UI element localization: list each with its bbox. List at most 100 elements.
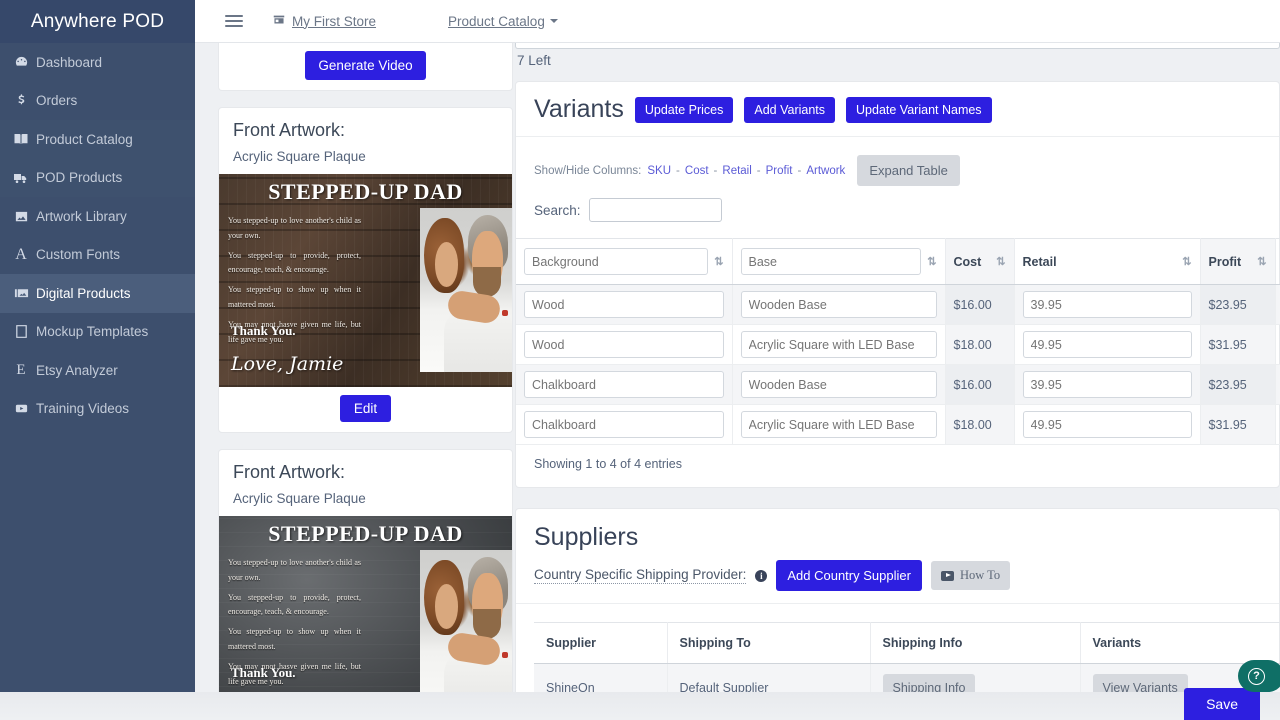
question-mark-icon: ? <box>1248 667 1265 685</box>
column-header-profit[interactable]: Profit ⇅ <box>1200 238 1276 285</box>
artwork-card: Front Artwork: Acrylic Square Plaque STE… <box>218 449 513 692</box>
sidebar-item-training-videos[interactable]: Training Videos <box>0 390 195 429</box>
filter-base-input[interactable] <box>740 248 922 275</box>
sidebar-item-product-catalog[interactable]: Product Catalog <box>0 120 195 159</box>
cell-delete: Delete <box>1275 324 1280 365</box>
sort-icon[interactable]: ⇅ <box>714 255 723 268</box>
artwork-thanks: Thank You. <box>231 323 296 338</box>
column-header-label: Cost <box>953 254 982 269</box>
variant-background-input[interactable] <box>524 411 724 438</box>
filter-background-input[interactable] <box>524 248 709 275</box>
toggle-column-profit[interactable]: Profit <box>766 165 793 177</box>
suppliers-title: Suppliers <box>534 523 639 551</box>
sidebar-item-pod-products[interactable]: POD Products <box>0 158 195 197</box>
catalog-dropdown[interactable]: Product Catalog <box>448 14 558 29</box>
toggle-column-cost[interactable]: Cost <box>685 165 709 177</box>
artwork-thanks: Thank You. <box>231 665 296 680</box>
sidebar-item-mockup-templates[interactable]: Mockup Templates <box>0 313 195 352</box>
info-icon[interactable]: i <box>755 569 768 582</box>
sidebar-item-artwork-library[interactable]: Artwork Library <box>0 197 195 236</box>
sidebar-item-label: Training Videos <box>36 401 130 417</box>
sort-icon[interactable]: ⇅ <box>927 255 936 268</box>
truck-icon <box>6 170 36 186</box>
cell-supplier: ShineOn <box>534 663 668 692</box>
cell-retail <box>1014 324 1201 365</box>
column-header-shipping-to: Shipping To <box>667 622 871 664</box>
variant-base-input[interactable] <box>740 411 937 438</box>
hamburger-icon[interactable] <box>225 15 243 27</box>
variant-background-input[interactable] <box>524 371 724 398</box>
artwork-column: Generate Video Front Artwork: Acrylic Sq… <box>218 43 513 692</box>
sidebar-item-custom-fonts[interactable]: A Custom Fonts <box>0 236 195 275</box>
help-widget[interactable]: ? <box>1238 660 1280 692</box>
sort-icon[interactable]: ⇅ <box>1182 255 1191 268</box>
variants-title: Variants <box>534 95 624 123</box>
variant-base-input[interactable] <box>740 291 937 318</box>
sort-icon[interactable]: ⇅ <box>996 255 1005 268</box>
table-header-row: ⇅ ⇅ Cost <box>516 238 1280 285</box>
sidebar-item-label: Custom Fonts <box>36 247 121 263</box>
suppliers-table: Supplier Shipping To Shipping Info Varia… <box>534 622 1280 692</box>
column-header-delete <box>1275 238 1280 285</box>
toggle-column-retail[interactable]: Retail <box>722 165 751 177</box>
column-header-supplier: Supplier <box>534 622 668 664</box>
column-header-cost[interactable]: Cost ⇅ <box>945 238 1015 285</box>
artwork-line: You stepped-up to love another's child a… <box>228 558 361 582</box>
country-shipping-provider-label: Country Specific Shipping Provider: <box>534 567 747 584</box>
artwork-photo <box>420 208 512 372</box>
cell-retail <box>1014 284 1201 325</box>
variant-background-input[interactable] <box>524 331 724 358</box>
variant-background-input[interactable] <box>524 291 724 318</box>
artwork-line: You stepped-up to provide, protect, enco… <box>228 592 361 617</box>
variant-base-input[interactable] <box>740 331 937 358</box>
variant-retail-input[interactable] <box>1022 411 1192 438</box>
sidebar-item-orders[interactable]: Orders <box>0 82 195 121</box>
sidebar-item-label: Artwork Library <box>36 208 127 224</box>
store-selector[interactable]: My First Store <box>272 13 376 30</box>
artwork-card-title: Front Artwork: <box>233 120 346 140</box>
artwork-line: You stepped-up to show up when it matter… <box>228 285 361 309</box>
add-variants-button[interactable]: Add Variants <box>744 96 836 123</box>
sidebar-item-dashboard[interactable]: Dashboard <box>0 43 195 82</box>
view-variants-button[interactable]: View Variants <box>1092 674 1188 692</box>
artwork-preview-image[interactable]: STEPPED-UP DAD You stepped-up to love an… <box>219 174 512 387</box>
toggle-column-artwork[interactable]: Artwork <box>806 165 845 177</box>
sidebar-item-digital-products[interactable]: Digital Products <box>0 274 195 313</box>
update-prices-button[interactable]: Update Prices <box>634 96 734 123</box>
artwork-headline: STEPPED-UP DAD <box>268 521 463 546</box>
separator: - <box>713 164 718 177</box>
cell-background <box>516 324 733 365</box>
quantity-input-partial[interactable] <box>515 43 1280 49</box>
sidebar-item-etsy-analyzer[interactable]: E Etsy Analyzer <box>0 351 195 390</box>
catalog-label: Product Catalog <box>448 13 545 29</box>
variants-table-body: $16.00 $23.95 Delete <box>516 284 1280 445</box>
variant-retail-input[interactable] <box>1022 291 1192 318</box>
how-to-button[interactable]: How To <box>930 561 1011 590</box>
gauge-icon <box>6 55 36 70</box>
column-header-retail[interactable]: Retail ⇅ <box>1014 238 1201 285</box>
shipping-info-button[interactable]: Shipping Info <box>882 674 976 692</box>
toggle-column-sku[interactable]: SKU <box>647 165 671 177</box>
variant-base-input[interactable] <box>740 371 937 398</box>
separator: - <box>676 164 680 177</box>
expand-table-button[interactable]: Expand Table <box>857 155 960 186</box>
variant-retail-input[interactable] <box>1022 371 1192 398</box>
artwork-preview-image[interactable]: STEPPED-UP DAD You stepped-up to love an… <box>219 516 512 692</box>
sidebar-item-label: Mockup Templates <box>36 324 149 340</box>
column-header-background[interactable]: ⇅ <box>516 238 733 285</box>
column-header-base[interactable]: ⇅ <box>732 238 946 285</box>
images-icon <box>6 286 36 301</box>
search-input[interactable] <box>588 198 722 222</box>
add-country-supplier-button[interactable]: Add Country Supplier <box>776 560 922 591</box>
update-variant-names-button[interactable]: Update Variant Names <box>846 96 992 123</box>
generate-video-button[interactable]: Generate Video <box>305 51 426 80</box>
sort-icon[interactable]: ⇅ <box>1257 255 1266 268</box>
table-row: $18.00 $31.95 Delete <box>516 404 1280 445</box>
cell-base <box>732 324 946 365</box>
save-button[interactable]: Save <box>1184 688 1260 720</box>
separator: - <box>756 164 761 177</box>
cell-profit: $31.95 <box>1200 404 1276 445</box>
edit-artwork-button[interactable]: Edit <box>339 395 392 422</box>
variant-retail-input[interactable] <box>1022 331 1192 358</box>
artwork-line: You stepped-up to love another's child a… <box>228 216 361 240</box>
